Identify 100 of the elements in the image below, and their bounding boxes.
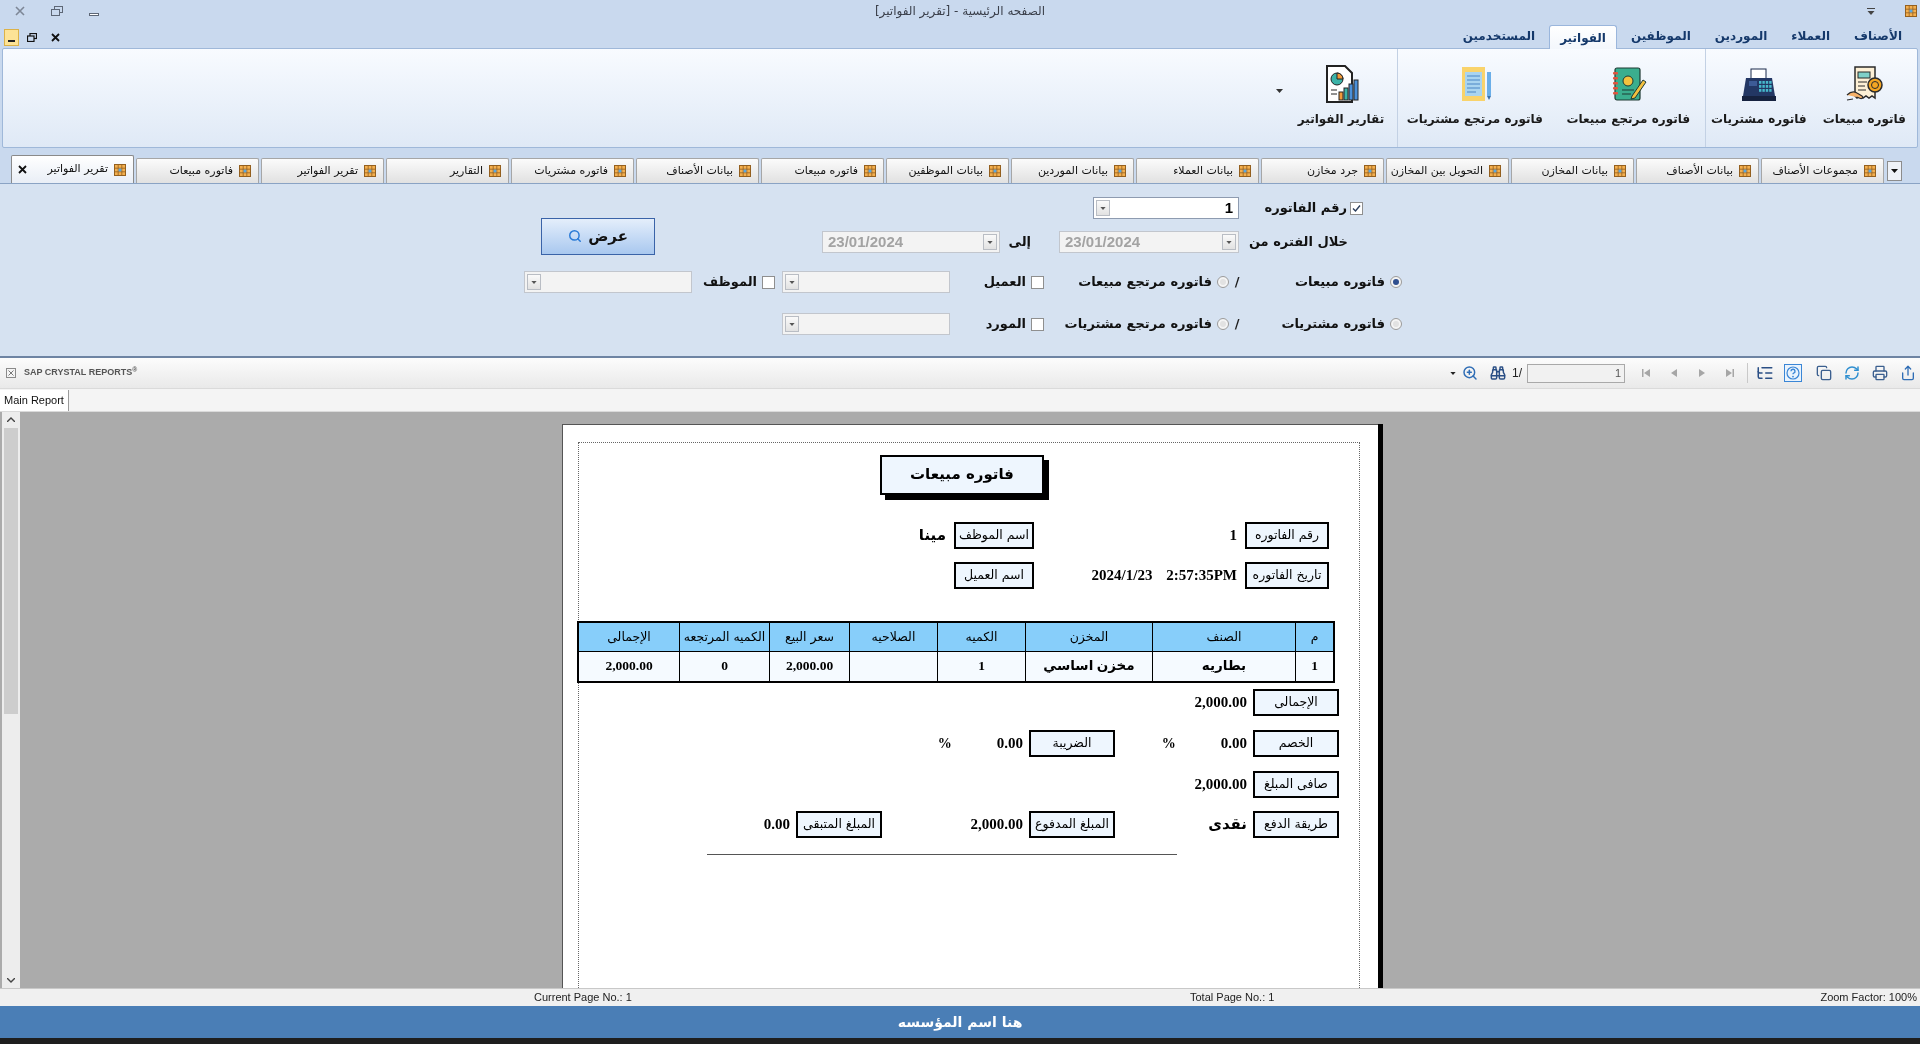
ribbon-button[interactable]: فاتوره مشتريات (1706, 49, 1812, 147)
document-tab[interactable]: بيانات الأصناف (636, 158, 759, 183)
column-header: سعر البيع (769, 623, 849, 651)
ribbon-tab[interactable]: المستخدمين (1452, 24, 1546, 48)
combo-field[interactable] (782, 271, 950, 293)
field-label: الضريبة (1029, 730, 1115, 757)
document-tab[interactable]: تقرير الفواتير (261, 158, 384, 183)
minimize-button[interactable] (4, 29, 19, 46)
show-button[interactable]: عرض (541, 217, 655, 255)
scrollbar-thumb[interactable] (4, 428, 18, 714)
ribbon-tab[interactable]: العملاء (1781, 24, 1840, 48)
checkbox[interactable] (762, 275, 775, 289)
radio-button[interactable] (1390, 276, 1402, 288)
combo-field[interactable] (782, 313, 950, 335)
table-cell: 1 (1295, 652, 1333, 681)
column-header: الكميه المرتجعه (679, 623, 769, 651)
ribbon-tab[interactable]: الموردين (1704, 24, 1778, 48)
page-count-label: 1/ (1512, 365, 1522, 382)
document-tab[interactable]: فاتوره مبيعات (136, 158, 259, 183)
dropdown-button[interactable] (527, 274, 541, 290)
field-value: مينا (918, 526, 946, 546)
caret-icon (1891, 169, 1898, 173)
ribbon-button[interactable]: تقارير الفواتير (1285, 49, 1397, 147)
close-icon[interactable] (51, 33, 60, 42)
restore-icon[interactable] (27, 33, 37, 42)
checkbox[interactable] (1350, 201, 1363, 215)
caret-icon (789, 322, 795, 326)
document-tab[interactable]: جرد مخازن (1261, 158, 1384, 183)
checkbox[interactable] (1031, 275, 1044, 289)
ribbon-button[interactable]: فاتوره مرتجع مشتريات (1398, 49, 1552, 147)
field-label: رقم الفاتوره (1264, 199, 1347, 218)
dropdown-button[interactable] (1096, 200, 1110, 216)
field-label: فاتوره مرتجع مبيعات (1078, 273, 1212, 292)
dropdown-button[interactable] (785, 274, 799, 290)
field-label: فاتوره مشتريات (1281, 315, 1385, 334)
binoculars-icon[interactable] (1490, 365, 1506, 381)
document-tab[interactable]: فاتوره مبيعات (761, 158, 884, 183)
page-number-field[interactable]: 1 (1527, 363, 1625, 383)
checkbox[interactable] (1031, 317, 1044, 331)
vertical-scrollbar[interactable] (2, 412, 20, 988)
minimize-icon[interactable] (89, 12, 99, 16)
document-tab[interactable]: بيانات الموردين (1011, 158, 1134, 183)
ribbon-button[interactable]: فاتوره مرتجع مبيعات (1551, 49, 1705, 147)
field-label: إلى (1008, 233, 1031, 252)
zoom-in-icon[interactable] (1462, 365, 1478, 381)
print-icon[interactable] (1872, 365, 1888, 381)
field-label: المورد (985, 315, 1026, 334)
table-cell: مخزن اساسي (1025, 652, 1152, 681)
combo-field[interactable]: 1 (1093, 197, 1239, 219)
document-tab[interactable]: بيانات الموظفين (886, 158, 1009, 183)
field-value: 2,000.00 (1194, 775, 1247, 795)
ribbon-tab[interactable]: الأصناف (1844, 24, 1912, 48)
search-icon (568, 229, 583, 243)
field-label: فاتوره مرتجع مشتريات (1064, 315, 1212, 334)
table-icon (1614, 165, 1626, 177)
ribbon-tab[interactable]: الموظفين (1620, 24, 1701, 48)
radio-button[interactable] (1390, 318, 1402, 330)
help-icon[interactable] (1784, 364, 1802, 382)
document-tab[interactable]: التقارير (386, 158, 509, 183)
separator-label: / (1234, 315, 1240, 334)
refresh-icon[interactable] (1844, 365, 1860, 381)
document-tab[interactable]: فاتوره مشتريات (511, 158, 634, 183)
copy-icon[interactable] (1816, 365, 1832, 381)
field-label: الخصم (1253, 730, 1339, 757)
document-tab[interactable]: التحويل بين المخازن (1386, 158, 1509, 183)
tabs-menu-button[interactable] (1887, 161, 1902, 181)
report-tab[interactable]: Main Report (0, 390, 69, 411)
field-label: رقم الفاتوره (1245, 522, 1329, 549)
ribbon-tab[interactable]: الفواتير (1549, 25, 1617, 49)
field-label: المبلغ المدفوع (1029, 811, 1115, 838)
export-icon[interactable] (1900, 365, 1916, 381)
close-icon[interactable] (18, 165, 27, 174)
radio-button[interactable] (1217, 318, 1229, 330)
document-tab[interactable]: تقرير الفواتير (11, 155, 134, 183)
ribbon-button[interactable]: فاتوره مبيعات (1811, 49, 1917, 147)
table-icon (1739, 165, 1751, 177)
table-icon (1114, 165, 1126, 177)
field-value: 0.00 (1220, 734, 1247, 754)
column-header: م (1295, 623, 1333, 651)
zoom-factor-label: Zoom Factor: 100% (1820, 990, 1918, 1006)
caret-icon[interactable] (1867, 7, 1875, 15)
unit-label: % (1161, 735, 1176, 753)
panel-close-icon[interactable] (6, 368, 16, 378)
table-cell: 2,000.00 (769, 652, 849, 681)
table-icon (1864, 165, 1876, 177)
combo-field[interactable] (524, 271, 692, 293)
window-title: الصفحه الرئيسية - [تقرير الفواتير] (874, 3, 1046, 20)
document-tab[interactable]: بيانات العملاء (1136, 158, 1259, 183)
table-cell: 0 (679, 652, 769, 681)
radio-button[interactable] (1217, 276, 1229, 288)
document-tab[interactable]: بيانات الأصناف (1636, 158, 1759, 183)
group-tree-icon[interactable] (1756, 364, 1774, 382)
document-tab[interactable]: مجموعات الأصناف (1761, 158, 1884, 183)
table-icon (1239, 165, 1251, 177)
table-icon (364, 165, 376, 177)
document-tab[interactable]: بيانات المخازن (1511, 158, 1634, 183)
dropdown-button[interactable] (785, 316, 799, 332)
minimize-icon (8, 40, 15, 42)
total-pages-label: Total Page No.: 1 (1190, 990, 1275, 1006)
table-icon (239, 165, 251, 177)
